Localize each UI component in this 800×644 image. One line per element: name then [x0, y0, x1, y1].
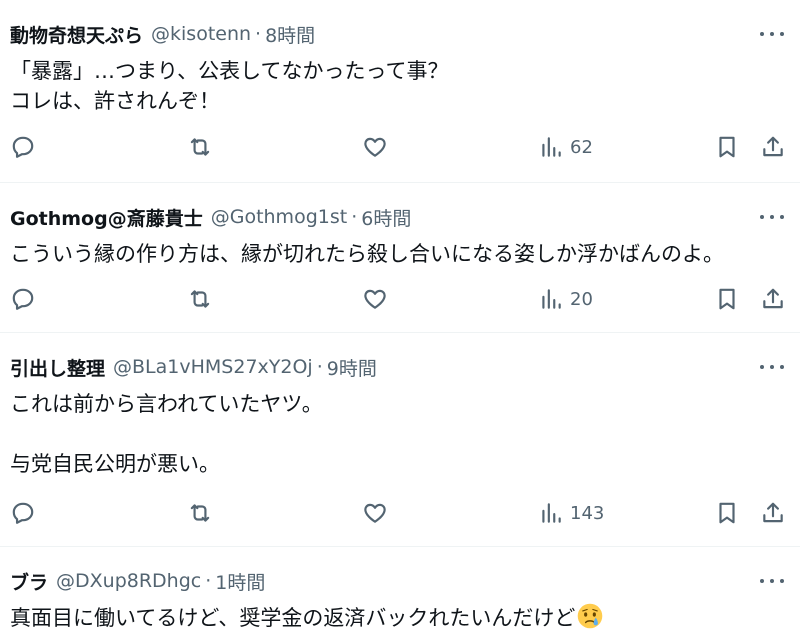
reply-button[interactable] [10, 498, 36, 528]
author-name[interactable]: ブラ [10, 568, 48, 595]
views-button[interactable]: 143 [538, 498, 604, 528]
tweet[interactable]: Gothmog@斎藤貴士 @Gothmog1st · 6時間 こういう縁の作り方… [0, 183, 800, 333]
tweet-text: こういう縁の作り方は、縁が切れたら殺し合いになる姿しか浮かばんのよ。 [10, 242, 724, 266]
tweet-header: ブラ @DXup8RDhgc · 1時間 [10, 567, 265, 595]
tweet[interactable]: ブラ @DXup8RDhgc · 1時間 真面目に働いてるけど、奨学金の返済バッ… [0, 547, 800, 644]
reply-button[interactable] [10, 284, 36, 314]
tweet-text: 真面目に働いてるけど、奨学金の返済バックれたいんだけど [10, 603, 790, 633]
views-chart-icon [542, 289, 561, 309]
action-bar: 62 [0, 132, 800, 162]
bookmark-button[interactable] [714, 132, 740, 162]
bookmark-icon [719, 136, 735, 158]
share-icon [763, 288, 783, 309]
tweet-header: Gothmog@斎藤貴士 @Gothmog1st · 6時間 [10, 203, 411, 231]
share-button[interactable] [760, 132, 786, 162]
retweet-icon [190, 138, 210, 156]
timestamp[interactable]: 8時間 [265, 21, 315, 48]
share-icon [763, 502, 783, 523]
reply-button[interactable] [10, 132, 36, 162]
author-handle[interactable]: @BLa1vHMS27xY2Oj [113, 356, 313, 378]
reply-icon [12, 502, 34, 524]
author-handle[interactable]: @kisotenn [151, 23, 251, 45]
retweet-button[interactable] [187, 498, 213, 528]
timestamp[interactable]: 6時間 [361, 204, 411, 231]
author-handle[interactable]: @Gothmog1st [211, 206, 347, 228]
views-button[interactable]: 62 [538, 132, 593, 162]
bookmark-icon [719, 288, 735, 310]
separator-dot: · [255, 23, 262, 45]
views-chart-icon [542, 137, 561, 157]
timestamp[interactable]: 9時間 [327, 354, 377, 381]
heart-icon [364, 503, 386, 523]
tweet-header: 動物奇想天ぷら @kisotenn · 8時間 [10, 20, 315, 48]
author-name[interactable]: Gothmog@斎藤貴士 [10, 204, 203, 231]
view-count: 62 [570, 136, 593, 158]
separator-dot: · [316, 356, 323, 378]
more-dots-icon[interactable] [760, 209, 784, 225]
author-name[interactable]: 動物奇想天ぷら [10, 21, 143, 48]
heart-icon [364, 289, 386, 309]
bookmark-button[interactable] [714, 498, 740, 528]
retweet-icon [190, 504, 210, 522]
action-bar: 143 [0, 498, 800, 528]
like-button[interactable] [362, 132, 388, 162]
share-button[interactable] [760, 284, 786, 314]
more-dots-icon[interactable] [760, 573, 784, 589]
like-button[interactable] [362, 284, 388, 314]
separator-dot: · [205, 570, 212, 592]
more-dots-icon[interactable] [760, 26, 784, 42]
share-button[interactable] [760, 498, 786, 528]
action-bar: 20 [0, 284, 800, 314]
tweet-header: 引出し整理 @BLa1vHMS27xY2Oj · 9時間 [10, 353, 377, 381]
tweet-text-content: 真面目に働いてるけど、奨学金の返済バックれたいんだけど [10, 606, 576, 630]
view-count: 143 [570, 502, 605, 524]
views-chart-icon [542, 503, 561, 523]
bookmark-button[interactable] [714, 284, 740, 314]
timestamp[interactable]: 1時間 [215, 568, 265, 595]
tweet[interactable]: 動物奇想天ぷら @kisotenn · 8時間 「暴露」…つまり、公表してなかっ… [0, 0, 800, 183]
bookmark-icon [719, 502, 735, 524]
tweet-text: 「暴露」…つまり、公表してなかったって事？ コレは、許されんぞ！ [10, 59, 449, 113]
author-name[interactable]: 引出し整理 [10, 354, 105, 381]
retweet-icon [190, 290, 210, 308]
share-icon [763, 136, 783, 157]
reply-icon [12, 288, 34, 310]
author-handle[interactable]: @DXup8RDhgc [56, 570, 201, 592]
retweet-button[interactable] [187, 284, 213, 314]
retweet-button[interactable] [187, 132, 213, 162]
more-dots-icon[interactable] [760, 359, 784, 375]
reply-icon [12, 136, 34, 158]
views-button[interactable]: 20 [538, 284, 593, 314]
like-button[interactable] [362, 498, 388, 528]
view-count: 20 [570, 288, 593, 310]
crying-face-emoji-icon [578, 603, 603, 629]
separator-dot: · [351, 206, 358, 228]
tweet[interactable]: 引出し整理 @BLa1vHMS27xY2Oj · 9時間 これは前から言われてい… [0, 333, 800, 547]
tweet-text: これは前から言われていたヤツ。 与党自民公明が悪い。 [10, 392, 323, 476]
heart-icon [364, 137, 386, 157]
